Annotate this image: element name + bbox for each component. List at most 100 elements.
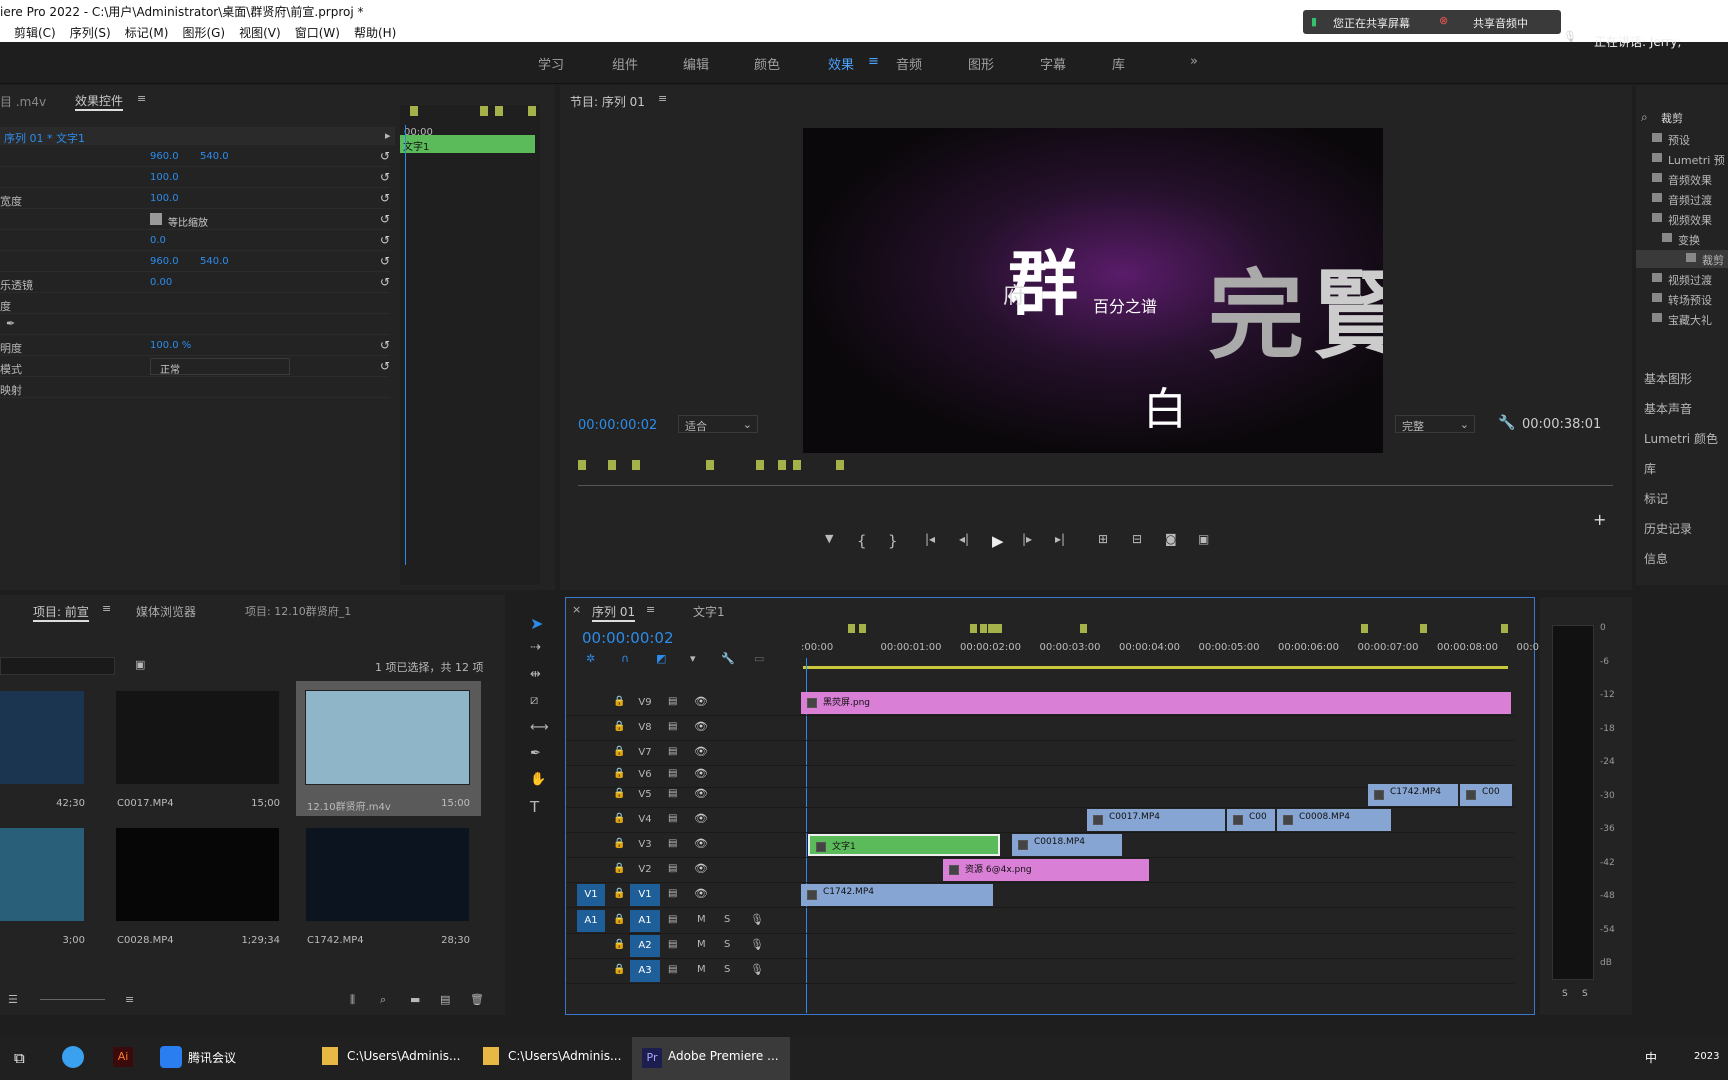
- menu-item[interactable]: 帮助(H): [354, 26, 396, 40]
- ec-value[interactable]: 0.0: [150, 235, 166, 246]
- lift-icon[interactable]: ⊞: [1098, 532, 1108, 546]
- solo-right[interactable]: S: [1582, 989, 1588, 999]
- marker[interactable]: [1080, 624, 1087, 633]
- quality-dropdown[interactable]: 完整 ⌄: [1395, 415, 1475, 433]
- track-label[interactable]: V8: [630, 717, 660, 739]
- trash-icon[interactable]: 🗑: [470, 993, 484, 1006]
- sync-lock-icon[interactable]: ▤: [668, 721, 677, 732]
- panel-section[interactable]: 标记: [1644, 490, 1668, 507]
- solo-button[interactable]: S: [724, 964, 730, 975]
- overflow-icon[interactable]: »: [1190, 54, 1198, 69]
- effects-tree-item[interactable]: Lumetri 预: [1636, 150, 1728, 168]
- marker[interactable]: [756, 460, 764, 470]
- ec-property-row[interactable]: ✒: [0, 315, 390, 335]
- fit-dropdown[interactable]: 适合 ⌄: [678, 415, 758, 433]
- zoom-slider[interactable]: [40, 999, 105, 1000]
- solo-button[interactable]: S: [724, 914, 730, 925]
- sync-lock-icon[interactable]: ▤: [668, 964, 677, 975]
- sync-lock-icon[interactable]: ▤: [668, 863, 677, 874]
- ec-property-row[interactable]: 960.0 540.0 ↺: [0, 252, 390, 272]
- share-audio-label[interactable]: 共享音频中: [1473, 15, 1528, 31]
- lock-icon[interactable]: 🔒: [613, 746, 625, 757]
- ec-property-row[interactable]: 明度 100.0 % ↺: [0, 336, 390, 356]
- timeline-timecode[interactable]: 00:00:00:02: [582, 629, 674, 647]
- project-thumbnail[interactable]: [305, 827, 470, 922]
- effects-tree-item[interactable]: 视频过渡: [1636, 270, 1728, 288]
- type-tool-icon[interactable]: T: [530, 798, 539, 816]
- eye-icon[interactable]: 👁: [694, 837, 708, 850]
- workspace-tab[interactable]: 图形: [968, 54, 994, 73]
- reset-icon[interactable]: ↺: [380, 149, 390, 163]
- marker[interactable]: [1420, 624, 1427, 633]
- selection-tool-icon[interactable]: ➤: [530, 614, 543, 633]
- timeline-clip[interactable]: 文字1: [808, 834, 1000, 856]
- marker[interactable]: [495, 106, 503, 116]
- program-scrubber[interactable]: [578, 485, 1613, 486]
- timeline-clip[interactable]: C1742.MP4: [1368, 784, 1458, 806]
- sort-icon[interactable]: ≡: [125, 993, 134, 1006]
- play-icon[interactable]: ▶: [992, 532, 1004, 550]
- reset-icon[interactable]: ↺: [380, 191, 390, 205]
- step-back-icon[interactable]: ◂|: [959, 532, 969, 546]
- timeline-clip[interactable]: C0008.MP4: [1277, 809, 1391, 831]
- eye-icon[interactable]: 👁: [694, 720, 708, 733]
- project-thumbnail[interactable]: [0, 690, 85, 785]
- ec-value[interactable]: 等比缩放: [168, 214, 208, 229]
- taskbar-item-premiere[interactable]: Pr Adobe Premiere ...: [632, 1037, 790, 1080]
- mute-button[interactable]: M: [697, 964, 706, 975]
- marker[interactable]: [995, 624, 1002, 633]
- project-item-name[interactable]: C0017.MP4: [117, 798, 174, 809]
- ec-value[interactable]: 0.00: [150, 277, 172, 288]
- project-item-name[interactable]: C1742.MP4: [307, 935, 364, 946]
- sync-lock-icon[interactable]: ▤: [668, 746, 677, 757]
- ec-property-row[interactable]: 映射: [0, 378, 390, 398]
- marker[interactable]: [980, 624, 987, 633]
- mute-button[interactable]: M: [697, 914, 706, 925]
- workspace-tab[interactable]: 学习: [538, 54, 564, 73]
- lock-icon[interactable]: 🔒: [613, 813, 625, 824]
- mark-out-icon[interactable]: }: [888, 532, 898, 550]
- menu-item[interactable]: 序列(S): [70, 26, 111, 40]
- ec-value[interactable]: 960.0: [150, 256, 179, 267]
- go-to-in-icon[interactable]: |◂: [925, 532, 935, 546]
- pen-icon[interactable]: ✒: [530, 746, 541, 761]
- menu-item[interactable]: 图形(G): [182, 26, 225, 40]
- track-row[interactable]: [566, 742, 1514, 766]
- settings-wrench-icon[interactable]: 🔧: [721, 652, 735, 665]
- lock-icon[interactable]: 🔒: [613, 939, 625, 950]
- lock-icon[interactable]: 🔒: [613, 863, 625, 874]
- ec-playhead[interactable]: [405, 125, 406, 565]
- ec-property-row[interactable]: 0.0 ↺: [0, 231, 390, 251]
- timeline-clip[interactable]: C00: [1460, 784, 1512, 806]
- tencent-meeting-icon[interactable]: [160, 1046, 182, 1068]
- project-thumbnail[interactable]: [0, 827, 85, 922]
- track-label[interactable]: V2: [630, 859, 660, 881]
- menu-item[interactable]: 视图(V): [239, 26, 281, 40]
- taskbar-item-explorer-1[interactable]: C:\Users\Adminis...: [347, 1049, 460, 1063]
- extract-icon[interactable]: ⊟: [1132, 532, 1142, 546]
- q-app-icon[interactable]: [62, 1046, 84, 1068]
- eye-icon[interactable]: 👁: [694, 787, 708, 800]
- project-thumbnail[interactable]: [115, 827, 280, 922]
- reset-icon[interactable]: ↺: [380, 212, 390, 226]
- lock-icon[interactable]: 🔒: [613, 768, 625, 779]
- track-row[interactable]: [566, 884, 1514, 908]
- mute-button[interactable]: M: [697, 939, 706, 950]
- marker[interactable]: [1361, 624, 1368, 633]
- menu-icon[interactable]: ≡: [137, 92, 146, 105]
- sequence-tab-2[interactable]: 文字1: [693, 603, 725, 620]
- lock-icon[interactable]: 🔒: [613, 838, 625, 849]
- menu-icon[interactable]: ≡: [658, 92, 667, 105]
- workspace-tab[interactable]: 效果: [828, 54, 854, 73]
- source-tab[interactable]: 目 .m4v: [0, 93, 46, 110]
- effects-tree-item[interactable]: 预设: [1636, 130, 1728, 148]
- menu-item[interactable]: 标记(M): [125, 26, 169, 40]
- eye-icon[interactable]: 👁: [694, 862, 708, 875]
- microphone-icon[interactable]: 🎙: [750, 913, 764, 926]
- media-browser-tab[interactable]: 媒体浏览器: [136, 603, 196, 620]
- checkbox-icon[interactable]: [150, 213, 162, 225]
- effects-tree-item[interactable]: 音频过渡: [1636, 190, 1728, 208]
- timeline-clip[interactable]: 资源 6@4x.png: [943, 859, 1149, 881]
- eye-icon[interactable]: 👁: [694, 695, 708, 708]
- razor-icon[interactable]: ⧄: [530, 693, 538, 708]
